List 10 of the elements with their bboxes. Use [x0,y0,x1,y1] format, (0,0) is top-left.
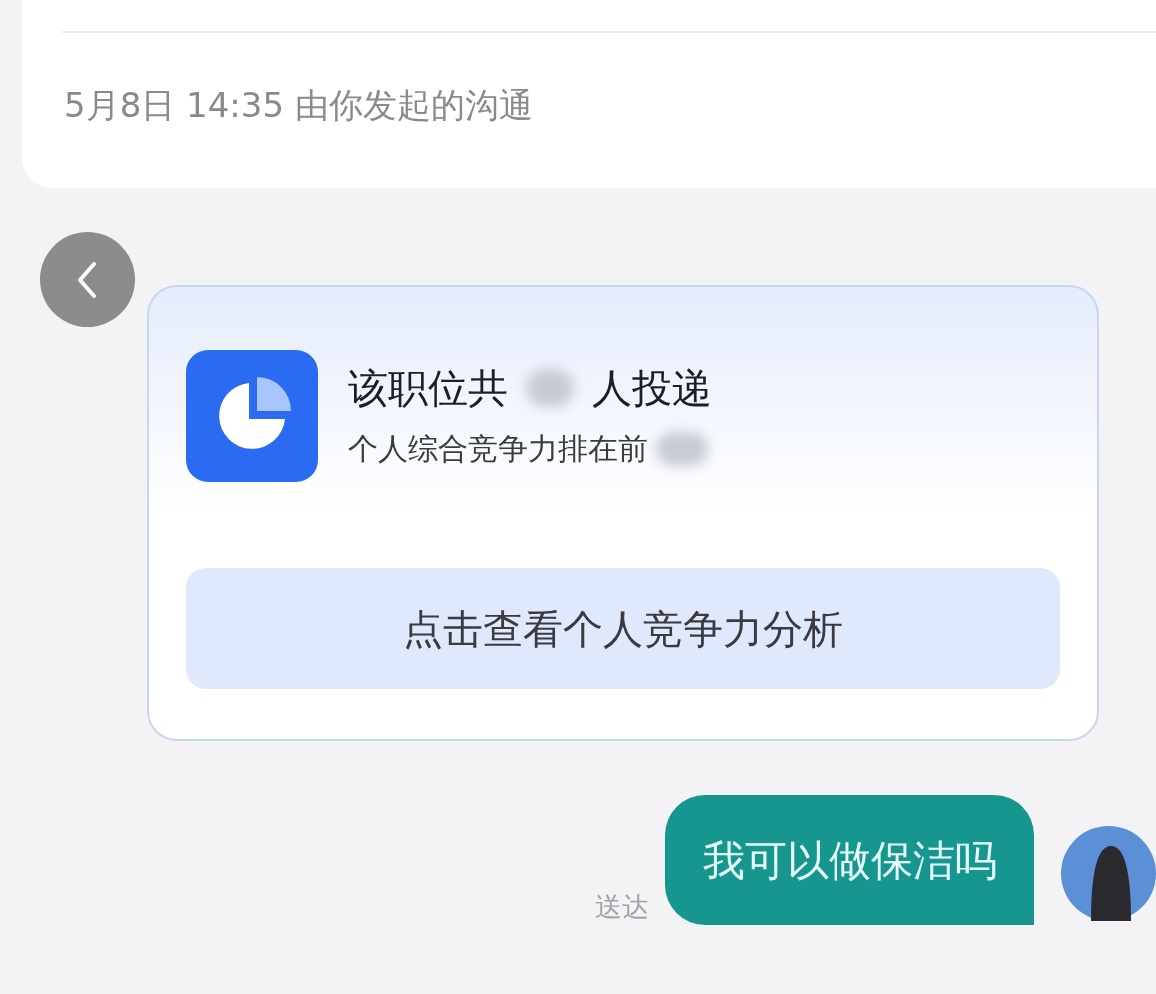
delivery-status: 送达 [595,891,649,923]
competitiveness-analysis-button[interactable]: 点击查看个人竞争力分析 [186,568,1060,689]
applicant-suffix-text: 人投递 [592,364,712,413]
conversation-timestamp: 5月8日 14:35 由你发起的沟通 [64,85,534,125]
blurred-number-mark [656,432,708,466]
blurred-number-mark [526,369,574,407]
ranking-text: 个人综合竞争力排在前 [348,430,648,468]
applicant-count-text: 该职位共 [348,364,508,413]
pie-chart-app-icon [186,350,318,482]
message-bubble: 我可以做保洁吗 [665,795,1034,925]
